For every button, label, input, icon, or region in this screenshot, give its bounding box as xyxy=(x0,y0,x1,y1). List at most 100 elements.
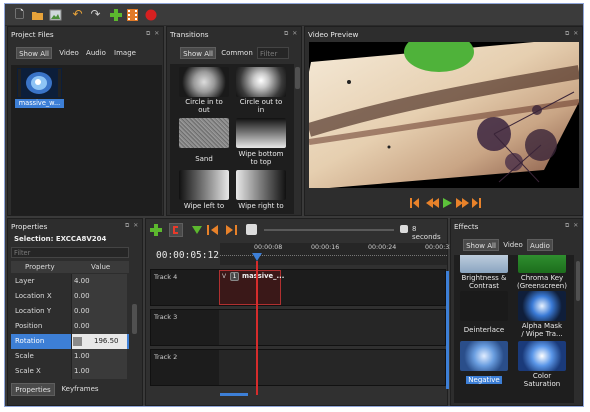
effect-item[interactable]: Brightness & Contrast xyxy=(458,255,510,290)
zoom-handle-icon[interactable] xyxy=(400,225,408,233)
new-file-icon[interactable]: 🗋 xyxy=(13,8,26,21)
file-list: massive_w... xyxy=(11,65,162,215)
circle-in-thumb-icon[interactable] xyxy=(179,67,229,97)
tab-show-all[interactable]: Show All xyxy=(463,239,499,251)
next-marker-icon[interactable] xyxy=(224,224,238,236)
video-thumbnail-icon xyxy=(17,68,62,98)
property-row[interactable]: Scale 1.00 xyxy=(11,349,129,364)
snap-icon[interactable] xyxy=(169,223,183,237)
transition-label: Sand xyxy=(195,155,213,163)
track-name: Track 4 xyxy=(154,273,178,281)
tab-show-all[interactable]: Show All xyxy=(16,47,52,59)
video-frame-image xyxy=(309,42,579,188)
rewind-icon[interactable] xyxy=(426,198,439,208)
effect-label: Alpha Mask / Wipe Tra... xyxy=(521,322,563,338)
timeline-track[interactable]: Track 3 xyxy=(150,309,446,346)
circle-out-thumb-icon[interactable] xyxy=(236,67,286,97)
playhead-handle-icon[interactable] xyxy=(252,253,262,261)
playhead-line[interactable] xyxy=(256,261,258,395)
scrollbar[interactable] xyxy=(132,304,137,334)
file-item-label[interactable]: massive_w... xyxy=(15,99,64,108)
zoom-label: 8 seconds xyxy=(412,225,441,241)
timeline-vertical-scrollbar[interactable] xyxy=(446,271,449,389)
tab-audio[interactable]: Audio xyxy=(83,47,109,59)
property-row[interactable]: Location X 0.00 xyxy=(11,289,129,304)
tab-audio[interactable]: Audio xyxy=(527,239,553,251)
timecode: 00:00:05:12 xyxy=(156,250,219,261)
property-row[interactable]: Position 0.00 xyxy=(11,319,129,334)
tab-image[interactable]: Image xyxy=(111,47,139,59)
effect-item-selected[interactable]: Negative xyxy=(458,341,510,384)
track-lane xyxy=(219,310,445,345)
tab-keyframes[interactable]: Keyframes xyxy=(58,383,102,396)
effect-label: Chroma Key (Greenscreen) xyxy=(517,274,567,290)
ruler-label: 00:00:24 xyxy=(368,244,397,251)
tab-show-all[interactable]: Show All xyxy=(180,47,216,59)
open-folder-icon[interactable] xyxy=(31,8,44,21)
effect-item[interactable]: Chroma Key (Greenscreen) xyxy=(516,255,568,290)
effect-item[interactable]: Alpha Mask / Wipe Tra... xyxy=(516,291,568,338)
filter-input[interactable]: Filter xyxy=(257,47,289,59)
clip-marker: V xyxy=(222,273,227,280)
effects-panel: Effects ⧉ ✕ Show All Video Audio Brightn… xyxy=(450,218,583,406)
fast-forward-icon[interactable] xyxy=(456,198,469,208)
marker-icon[interactable] xyxy=(191,224,203,236)
property-row-selected[interactable]: Rotation 196.50 xyxy=(11,334,129,349)
property-row[interactable]: Layer 4.00 xyxy=(11,274,129,289)
effect-label: Negative xyxy=(466,376,502,384)
tab-video[interactable]: Video xyxy=(56,47,82,59)
import-image-icon[interactable] xyxy=(49,8,62,21)
video-canvas[interactable] xyxy=(309,42,579,188)
wipe-bottom-thumb-icon[interactable] xyxy=(236,118,286,148)
negative-thumb-icon xyxy=(460,341,508,371)
panel-controls-icon[interactable]: ⧉ ✕ xyxy=(284,30,298,38)
export-film-icon[interactable] xyxy=(126,8,139,21)
effect-item[interactable]: Color Saturation xyxy=(516,341,568,388)
wipe-left-thumb-icon[interactable] xyxy=(179,170,229,200)
redo-icon[interactable]: ↷ xyxy=(89,8,102,21)
transition-label: Wipe left to xyxy=(183,202,225,210)
brightness-thumb-icon xyxy=(460,255,508,273)
effect-label: Brightness & Contrast xyxy=(461,274,507,290)
tab-common[interactable]: Common xyxy=(219,47,255,59)
effect-label: Deinterlace xyxy=(463,326,505,334)
ruler-label: 00:00:08 xyxy=(254,244,283,251)
timeline-panel: 8 seconds 00:00:05:12 00:00:08 00:00:16 … xyxy=(145,218,453,406)
timeline-track[interactable]: Track 2 xyxy=(150,349,446,386)
panel-controls-icon[interactable]: ⧉ ✕ xyxy=(146,30,160,38)
sand-thumb-icon[interactable] xyxy=(179,118,229,148)
tab-video[interactable]: Video xyxy=(501,239,525,251)
add-icon[interactable] xyxy=(109,8,122,21)
effect-item[interactable]: Deinterlace xyxy=(458,291,510,334)
timeline-horizontal-scrollbar[interactable] xyxy=(220,393,248,396)
property-row[interactable]: Location Y 0.00 xyxy=(11,304,129,319)
panel-title: Effects xyxy=(454,222,479,231)
timeline-track[interactable]: Track 4 V 1 massive_... xyxy=(150,269,446,306)
panel-title: Video Preview xyxy=(308,30,359,39)
add-track-icon[interactable] xyxy=(150,224,162,236)
center-timeline-icon[interactable] xyxy=(246,224,257,235)
track-name: Track 3 xyxy=(154,313,178,321)
play-icon[interactable] xyxy=(443,198,452,208)
panel-controls-icon[interactable]: ⧉ ✕ xyxy=(565,30,579,38)
record-icon[interactable] xyxy=(144,8,157,21)
transition-grid: Circle in to out Circle out to in Sand Wip… xyxy=(170,64,294,214)
panel-controls-icon[interactable]: ⧉ ✕ xyxy=(565,222,579,230)
color-saturation-thumb-icon xyxy=(518,341,566,371)
jump-start-icon[interactable] xyxy=(410,198,419,208)
file-item[interactable] xyxy=(17,68,62,98)
zoom-slider[interactable] xyxy=(264,229,394,231)
timeline-clip[interactable]: V 1 massive_... xyxy=(219,270,285,305)
tab-properties[interactable]: Properties xyxy=(11,383,55,396)
property-row[interactable]: Scale X 1.00 xyxy=(11,364,129,379)
scrollbar[interactable] xyxy=(295,67,300,89)
property-table: Layer 4.00 Location X 0.00 Location Y 0.00 … xyxy=(11,274,129,381)
panel-controls-icon[interactable]: ⧉ ✕ xyxy=(125,222,139,230)
scrollbar[interactable] xyxy=(576,261,580,301)
property-filter-input[interactable]: Filter xyxy=(11,247,129,258)
wipe-right-thumb-icon[interactable] xyxy=(236,170,286,200)
previous-marker-icon[interactable] xyxy=(206,224,220,236)
undo-icon[interactable]: ↶ xyxy=(71,8,84,21)
clip-label: massive_... xyxy=(242,272,285,280)
jump-end-icon[interactable] xyxy=(472,198,481,208)
